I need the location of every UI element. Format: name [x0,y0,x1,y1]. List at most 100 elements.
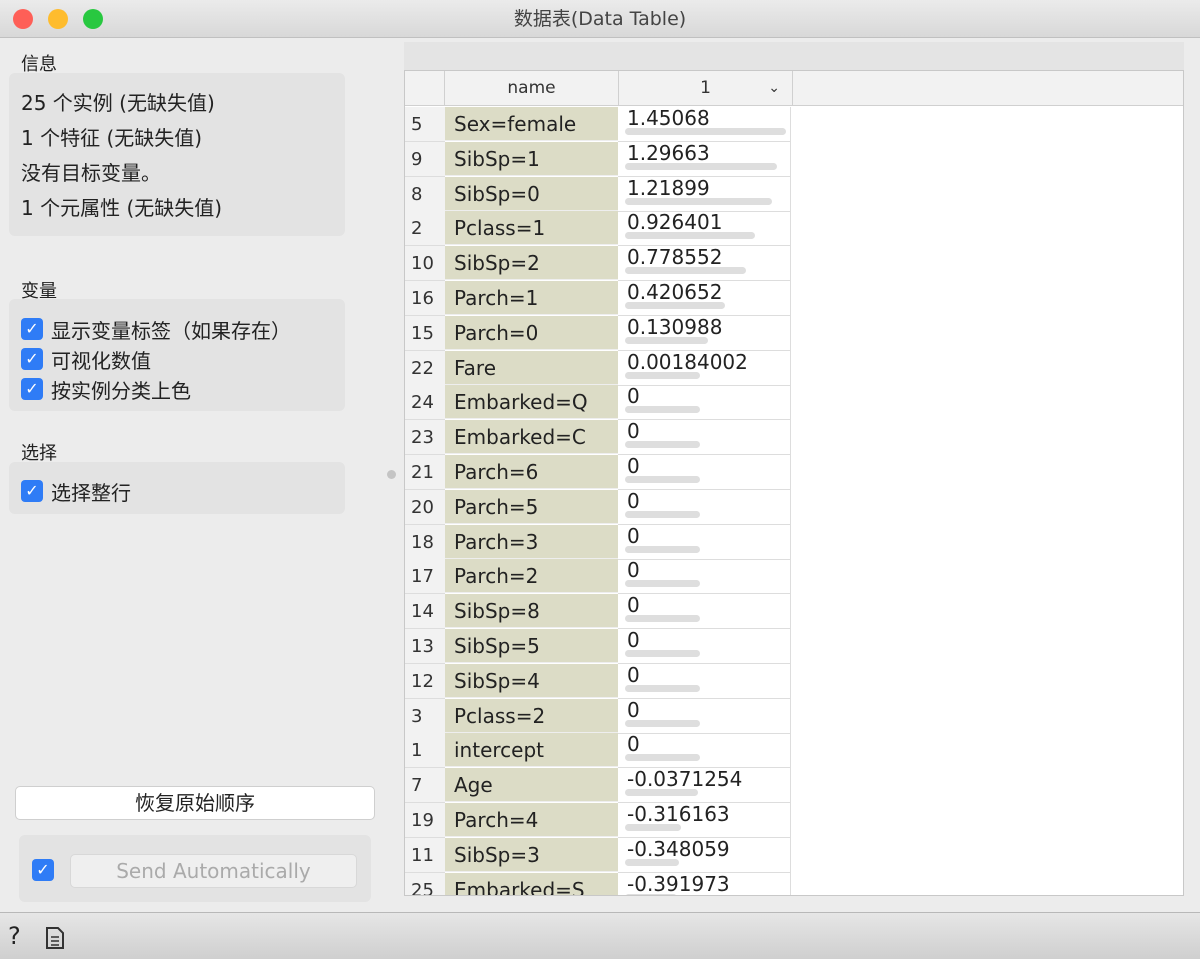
name-cell[interactable]: Embarked=Q [445,385,618,420]
table-row[interactable]: 21 Parch=6 0 [405,455,793,490]
value-cell[interactable]: 0.420652 [618,281,791,316]
table-row[interactable]: 25 Embarked=S -0.391973 [405,872,793,895]
table-row[interactable]: 2 Pclass=1 0.926401 [405,211,793,247]
name-cell[interactable]: Parch=2 [445,559,618,594]
table-row[interactable]: 23 Embarked=C 0 [405,420,793,456]
row-number[interactable]: 17 [405,559,445,595]
value-cell[interactable]: 1.45068 [618,107,791,142]
value-cell[interactable]: 1.21899 [618,176,791,212]
table-row[interactable]: 17 Parch=2 0 [405,559,793,595]
name-cell[interactable]: Embarked=C [445,420,618,455]
value-cell[interactable]: -0.348059 [618,837,791,873]
table-row[interactable]: 1 intercept 0 [405,733,793,769]
row-number[interactable]: 25 [405,872,445,895]
name-cell[interactable]: SibSp=1 [445,141,618,176]
value-cell[interactable]: -0.391973 [618,872,791,895]
row-number[interactable]: 20 [405,489,445,525]
value-cell[interactable]: 0.130988 [618,315,791,351]
report-icon[interactable] [46,927,64,949]
name-cell[interactable]: SibSp=4 [445,663,618,698]
row-number[interactable]: 15 [405,315,445,351]
name-cell[interactable]: SibSp=2 [445,246,618,281]
value-cell[interactable]: 0.778552 [618,246,791,282]
name-cell[interactable]: intercept [445,733,618,768]
corner-button[interactable] [405,71,445,105]
restore-order-button[interactable]: 恢复原始顺序 [15,786,375,820]
value-cell[interactable]: 0 [618,489,791,525]
table-row[interactable]: 9 SibSp=1 1.29663 [405,141,793,177]
name-cell[interactable]: Parch=1 [445,281,618,315]
row-number[interactable]: 5 [405,107,445,142]
name-cell[interactable]: Parch=3 [445,524,618,559]
value-cell[interactable]: 0 [618,629,791,664]
value-cell[interactable]: 1.29663 [618,141,791,177]
name-cell[interactable]: Fare [445,350,618,385]
table-row[interactable]: 11 SibSp=3 -0.348059 [405,837,793,873]
color-by-class-checkbox[interactable]: ✓ 按实例分类上色 [9,374,345,404]
value-cell[interactable]: 0 [618,594,791,630]
name-cell[interactable]: Parch=6 [445,455,618,489]
value-cell[interactable]: 0.926401 [618,211,791,247]
table-row[interactable]: 8 SibSp=0 1.21899 [405,176,793,212]
row-number[interactable]: 13 [405,629,445,664]
value-cell[interactable]: 0 [618,455,791,490]
value-cell[interactable]: 0 [618,663,791,699]
row-number[interactable]: 16 [405,281,445,316]
column-header-name[interactable]: name [445,71,619,105]
row-number[interactable]: 18 [405,524,445,560]
value-cell[interactable]: 0 [618,385,791,421]
table-row[interactable]: 10 SibSp=2 0.778552 [405,246,793,282]
row-number[interactable]: 23 [405,420,445,456]
value-cell[interactable]: -0.316163 [618,803,791,838]
name-cell[interactable]: Sex=female [445,107,618,141]
table-row[interactable]: 7 Age -0.0371254 [405,768,793,804]
value-cell[interactable]: -0.0371254 [618,768,791,804]
row-number[interactable]: 11 [405,837,445,873]
name-cell[interactable]: Embarked=S [445,872,618,895]
table-row[interactable]: 13 SibSp=5 0 [405,629,793,664]
row-number[interactable]: 3 [405,698,445,734]
row-number[interactable]: 1 [405,733,445,769]
close-button[interactable] [13,9,33,29]
name-cell[interactable]: Parch=4 [445,803,618,837]
value-cell[interactable]: 0 [618,524,791,560]
value-cell[interactable]: 0 [618,420,791,456]
row-number[interactable]: 2 [405,211,445,247]
table-row[interactable]: 3 Pclass=2 0 [405,698,793,734]
row-number[interactable]: 12 [405,663,445,699]
table-row[interactable]: 18 Parch=3 0 [405,524,793,560]
table-row[interactable]: 20 Parch=5 0 [405,489,793,525]
name-cell[interactable]: SibSp=8 [445,594,618,629]
row-number[interactable]: 21 [405,455,445,490]
select-full-rows-checkbox[interactable]: ✓ 选择整行 [9,476,345,506]
name-cell[interactable]: Parch=0 [445,315,618,350]
name-cell[interactable]: SibSp=5 [445,629,618,663]
name-cell[interactable]: Parch=5 [445,489,618,524]
visualize-values-checkbox[interactable]: ✓ 可视化数值 [9,344,345,374]
table-row[interactable]: 19 Parch=4 -0.316163 [405,803,793,838]
row-number[interactable]: 10 [405,246,445,282]
send-auto-checkbox[interactable]: ✓ [32,859,54,881]
table-row[interactable]: 16 Parch=1 0.420652 [405,281,793,316]
column-header-1[interactable]: 1 ⌄ [619,71,793,105]
table-row[interactable]: 12 SibSp=4 0 [405,663,793,699]
row-number[interactable]: 24 [405,385,445,421]
minimize-button[interactable] [48,9,68,29]
name-cell[interactable]: Pclass=2 [445,698,618,733]
name-cell[interactable]: SibSp=3 [445,837,618,872]
value-cell[interactable]: 0.00184002 [618,350,791,386]
zoom-button[interactable] [83,9,103,29]
table-row[interactable]: 15 Parch=0 0.130988 [405,315,793,351]
name-cell[interactable]: Age [445,768,618,803]
table-row[interactable]: 5 Sex=female 1.45068 [405,107,793,142]
value-cell[interactable]: 0 [618,559,791,595]
splitter-handle[interactable] [387,470,396,479]
value-cell[interactable]: 0 [618,733,791,769]
row-number[interactable]: 14 [405,594,445,630]
row-number[interactable]: 9 [405,141,445,177]
table-row[interactable]: 24 Embarked=Q 0 [405,385,793,421]
help-icon[interactable]: ? [8,922,21,950]
row-number[interactable]: 8 [405,176,445,212]
send-automatically-button[interactable]: Send Automatically [70,854,357,888]
row-number[interactable]: 7 [405,768,445,804]
